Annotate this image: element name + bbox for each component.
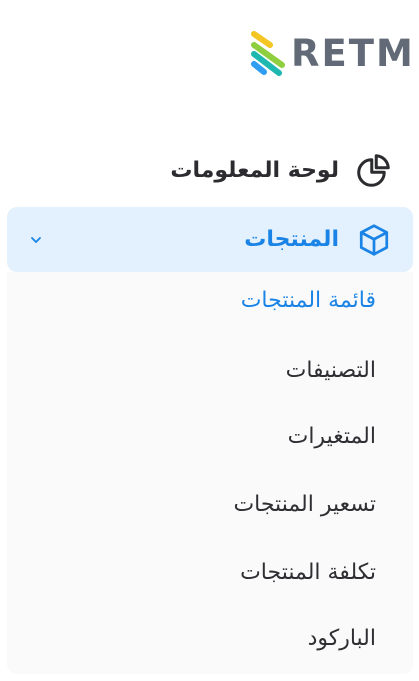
submenu-item-barcode[interactable]: الباركود	[308, 626, 376, 651]
submenu-item-product-cost[interactable]: تكلفة المنتجات	[240, 560, 376, 585]
sidebar-item-label: لوحة المعلومات	[170, 157, 339, 183]
submenu-item-product-list[interactable]: قائمة المنتجات	[241, 288, 376, 313]
pie-chart-icon	[355, 151, 393, 189]
submenu-item-product-pricing[interactable]: تسعير المنتجات	[233, 492, 376, 517]
chevron-down-icon[interactable]	[28, 232, 44, 246]
products-submenu: قائمة المنتجات التصنيفات المتغيرات تسعير…	[7, 272, 413, 674]
sidebar-item-dashboard[interactable]: لوحة المعلومات	[8, 139, 413, 201]
logo-mark-icon	[251, 31, 285, 76]
brand-name: RETM	[291, 32, 415, 75]
cube-icon	[355, 221, 393, 259]
sidebar-item-label: المنتجات	[244, 227, 339, 252]
brand-logo: RETM	[247, 28, 413, 80]
submenu-item-categories[interactable]: التصنيفات	[286, 358, 376, 383]
submenu-item-variants[interactable]: المتغيرات	[288, 424, 376, 449]
sidebar-item-products[interactable]: المنتجات	[7, 207, 413, 272]
